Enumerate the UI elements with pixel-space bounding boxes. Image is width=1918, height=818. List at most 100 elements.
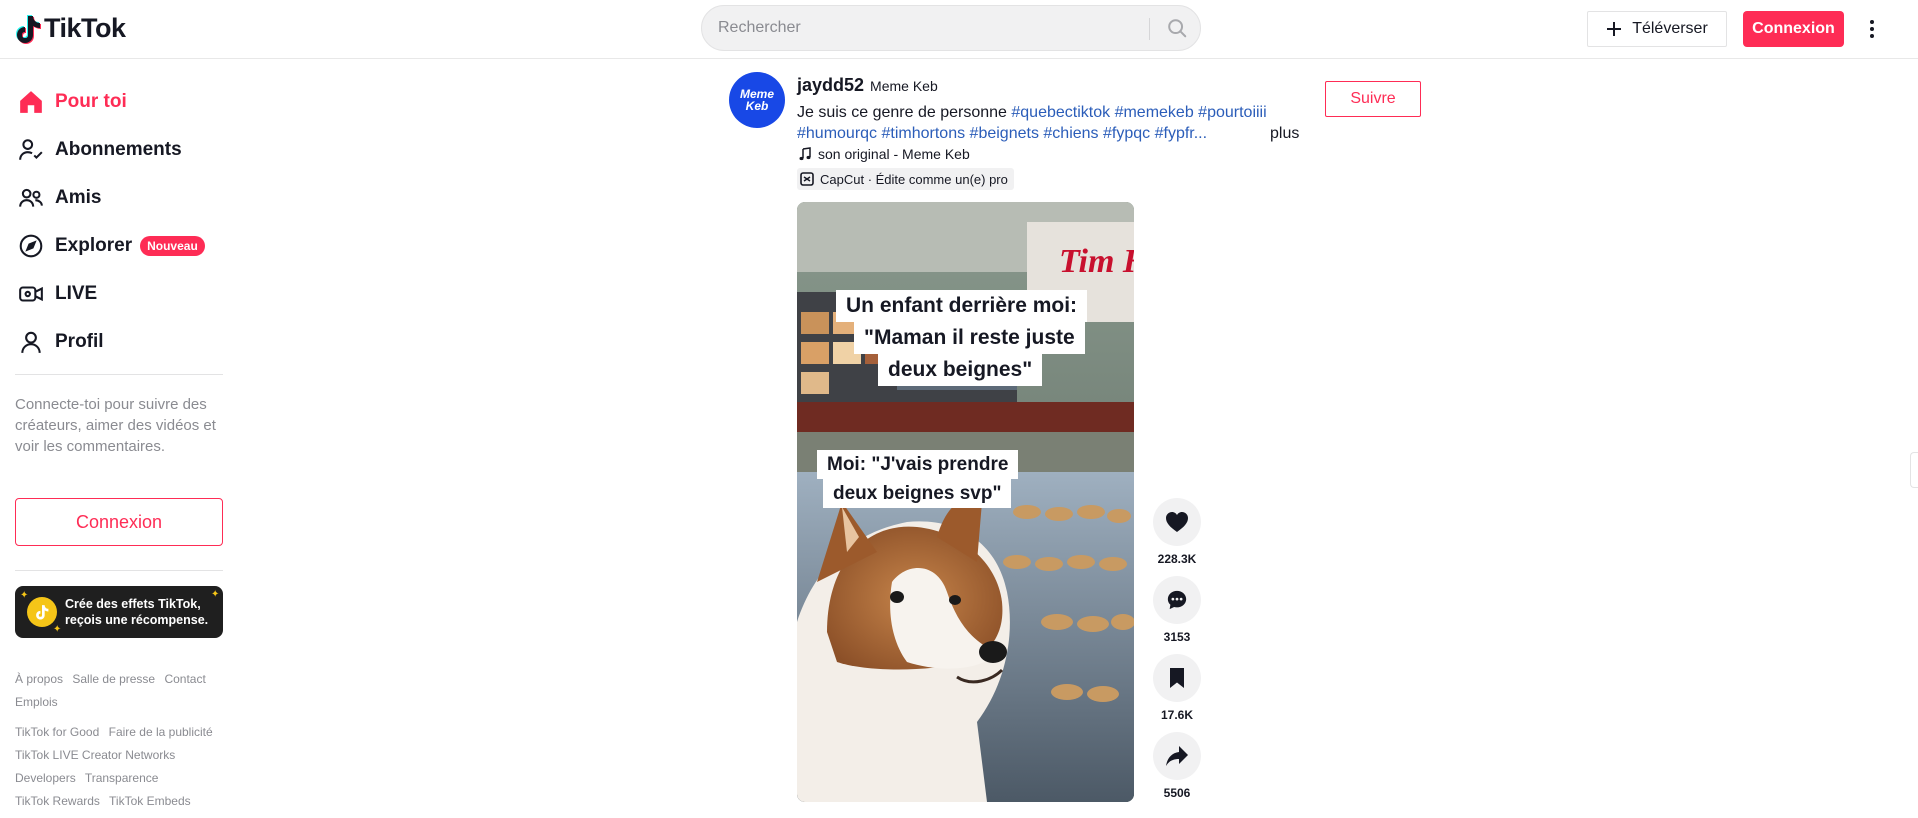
music-link[interactable]: son original - Meme Keb (798, 146, 970, 162)
video-caption-line: deux beignes" (878, 354, 1043, 386)
compass-icon (15, 230, 47, 262)
footer-link[interactable]: Developers (15, 771, 76, 785)
video-caption-line: Moi: "J'vais prendre (817, 450, 1019, 479)
like-button[interactable] (1153, 498, 1201, 546)
sparkle-icon: ✦ (53, 624, 62, 635)
home-icon (15, 86, 47, 118)
hashtag-link[interactable]: #chiens (1043, 125, 1098, 142)
live-icon (15, 278, 47, 310)
comment-action: 3153 (1152, 576, 1202, 644)
search-icon (1168, 19, 1187, 38)
hashtag-link[interactable]: #fypqc (1103, 125, 1150, 142)
footer-link[interactable]: Salle de presse (72, 672, 155, 686)
profile-icon (15, 326, 47, 358)
hashtag-link[interactable]: #timhortons (882, 125, 966, 142)
share-arrow-icon (1166, 746, 1188, 766)
upload-button[interactable]: Téléverser (1587, 11, 1727, 47)
vertical-dots-icon (1870, 20, 1874, 38)
capcut-icon (800, 172, 814, 186)
footer-link[interactable]: À propos (15, 672, 63, 686)
promo-text: Crée des effets TikTok, reçois une récom… (65, 597, 209, 627)
save-count: 17.6K (1160, 708, 1194, 722)
hashtag-link[interactable]: #humourqc (797, 125, 877, 142)
sidebar-divider (15, 374, 223, 375)
video-caption-line: deux beignes svp" (823, 479, 1012, 508)
video-player[interactable]: Tim Ho (797, 202, 1134, 802)
dog-image (797, 498, 1010, 802)
login-button[interactable]: Connexion (1743, 11, 1844, 47)
hashtag-link[interactable]: #memekeb (1115, 104, 1194, 121)
sidebar-item-live[interactable]: LIVE (15, 274, 225, 314)
footer-link[interactable]: Emplois (15, 695, 58, 709)
capcut-anchor[interactable]: CapCut · Édite comme un(e) pro (797, 168, 1014, 190)
author-avatar[interactable]: Meme Keb (729, 72, 785, 128)
bookmark-icon (1170, 668, 1184, 688)
music-title: son original - Meme Keb (818, 146, 970, 162)
following-icon (15, 134, 47, 166)
search-divider (1149, 18, 1150, 40)
sidebar-item-label: Abonnements (55, 139, 182, 160)
new-badge: Nouveau (140, 236, 205, 256)
capcut-label: CapCut · Édite comme un(e) pro (820, 171, 1008, 187)
music-note-icon (799, 147, 811, 161)
sidebar-item-profile[interactable]: Profil (15, 322, 225, 362)
comment-button[interactable] (1153, 576, 1201, 624)
heart-icon (1166, 512, 1188, 532)
comment-icon (1167, 590, 1187, 610)
hashtag-link[interactable]: #pourtoiiii (1198, 104, 1266, 121)
see-more-link[interactable]: plus (1270, 123, 1299, 144)
friends-icon (15, 182, 47, 214)
sidebar-item-label: LIVE (55, 283, 98, 304)
comment-count: 3153 (1163, 630, 1191, 644)
more-options-button[interactable] (1862, 14, 1882, 44)
footer-link[interactable]: TikTok LIVE Creator Networks (15, 748, 175, 762)
author-nickname: Meme Keb (870, 78, 938, 94)
upload-label: Téléverser (1632, 20, 1708, 37)
footer-link[interactable]: TikTok Embeds (109, 794, 191, 808)
share-button[interactable] (1153, 732, 1201, 780)
footer-links-row2: TikTok for Good Faire de la publicité Ti… (15, 721, 230, 813)
footer-link[interactable]: Transparence (85, 771, 159, 785)
sidebar-item-label: Amis (55, 187, 102, 208)
sidebar-item-label: Explorer (55, 235, 133, 256)
sidebar-login-button[interactable]: Connexion (15, 498, 223, 546)
footer-link[interactable]: TikTok for Good (15, 725, 99, 739)
share-action: 5506 (1152, 732, 1202, 800)
tim-hortons-sign: Tim Ho (1059, 243, 1134, 280)
sparkle-icon: ✦ (20, 590, 29, 601)
save-action: 17.6K (1152, 654, 1202, 722)
effects-promo-banner[interactable]: ✦ ✦ ✦ Crée des effets TikTok, reçois une… (15, 586, 223, 638)
save-button[interactable] (1153, 654, 1201, 702)
search-input[interactable] (718, 6, 1138, 50)
description-text: Je suis ce genre de personne (797, 104, 1007, 121)
login-hint-text: Connecte-toi pour suivre des créateurs, … (15, 396, 216, 455)
sidebar-item-following[interactable]: Abonnements (15, 130, 225, 170)
search-button[interactable] (1154, 6, 1200, 50)
footer-link[interactable]: TikTok Rewards (15, 794, 100, 808)
search-bar (701, 5, 1201, 51)
like-count: 228.3K (1157, 552, 1197, 566)
like-action: 228.3K (1152, 498, 1202, 566)
hashtag-link[interactable]: #beignets (970, 125, 1039, 142)
logo-text: TikTok (44, 13, 126, 43)
scroll-handle[interactable] (1910, 452, 1918, 488)
avatar-text: Meme Keb (739, 87, 774, 113)
tiktok-logo-icon (16, 14, 41, 44)
post-description: Je suis ce genre de personne #quebectikt… (797, 102, 1327, 144)
follow-button[interactable]: Suivre (1325, 81, 1421, 117)
sidebar-item-for-you[interactable]: Pour toi (15, 82, 225, 122)
sidebar-item-explore[interactable]: Explorer Nouveau (15, 226, 225, 266)
video-caption-line: "Maman il reste juste (854, 322, 1085, 354)
share-count: 5506 (1163, 786, 1191, 800)
sidebar: Pour toi Abonnements Amis Explorer Nouve… (0, 60, 240, 818)
tiktok-logo[interactable]: TikTok (15, 13, 126, 44)
footer-links-row1: À propos Salle de presse Contact Emplois (15, 668, 230, 714)
hashtag-link[interactable]: #quebectiktok (1011, 104, 1110, 121)
plus-icon (1607, 22, 1622, 36)
hashtag-link[interactable]: #fypfr... (1155, 125, 1207, 142)
author-username[interactable]: jaydd52 (797, 75, 864, 96)
footer-link[interactable]: Contact (164, 672, 205, 686)
video-caption-line: Un enfant derrière moi: (836, 290, 1088, 322)
sidebar-item-friends[interactable]: Amis (15, 178, 225, 218)
footer-link[interactable]: Faire de la publicité (109, 725, 213, 739)
